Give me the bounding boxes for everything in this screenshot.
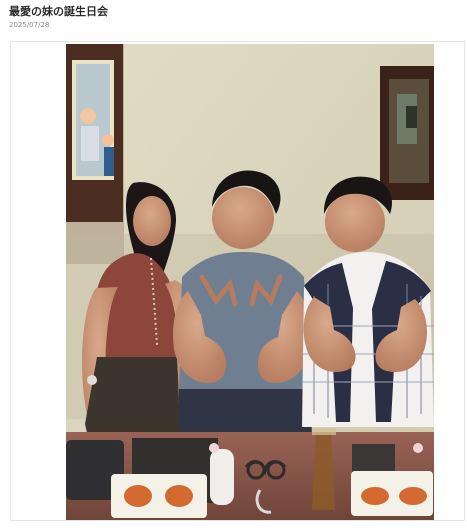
photo-icon <box>66 44 434 520</box>
photo-card <box>10 41 465 521</box>
post-title: 最愛の妹の誕生日会 <box>9 5 108 18</box>
blog-post-page: 最愛の妹の誕生日会 2025/07/28 <box>0 0 467 530</box>
post-photo[interactable] <box>66 44 434 520</box>
post-date: 2025/07/28 <box>9 21 50 29</box>
